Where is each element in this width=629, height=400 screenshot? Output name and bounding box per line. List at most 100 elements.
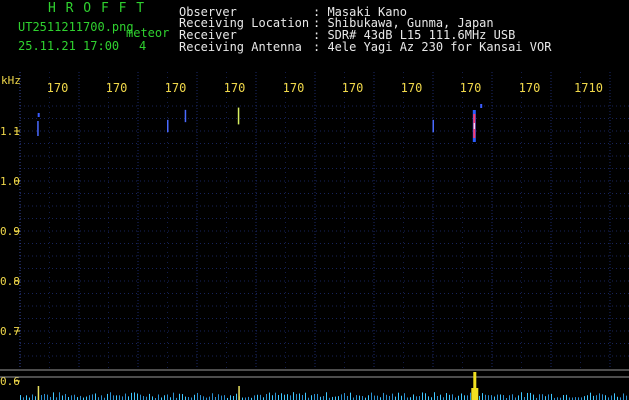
spectrum-bin — [599, 393, 600, 400]
spectrum-bin — [119, 395, 120, 400]
spectrum-bin — [368, 395, 369, 400]
x-tick-label: 170 — [283, 81, 305, 95]
spectrum-bin — [527, 392, 528, 400]
detection-mark — [432, 119, 434, 133]
spectrum-bin — [314, 394, 315, 400]
spectrum-bin — [611, 395, 612, 400]
spectrum-bin — [413, 394, 414, 400]
spectrum-bin — [47, 394, 48, 400]
spectrum-bin — [383, 392, 384, 400]
spectrum-bin — [452, 394, 453, 400]
spectrum-bin — [257, 394, 258, 400]
spectrum-bin — [458, 395, 459, 400]
noise-mark — [480, 104, 483, 108]
spectrum-bin — [59, 392, 60, 400]
detection-mark — [237, 107, 240, 125]
detection-peak — [473, 123, 475, 129]
spectrum-bin — [296, 394, 297, 400]
spectrum-bin — [341, 394, 342, 400]
spectrum-bin — [317, 393, 318, 400]
spectrum-bin — [95, 393, 96, 400]
spectrum-bin — [134, 392, 135, 400]
spectrum-bin — [86, 396, 87, 400]
spectrum-bin — [542, 394, 543, 400]
spectrum-bin — [470, 392, 471, 400]
spectrum-bin — [230, 395, 231, 400]
spectrum-bin — [293, 392, 294, 400]
spectrum-bin — [548, 394, 549, 400]
spectrum-bin — [512, 394, 513, 400]
spectrum-peak-base — [471, 388, 479, 400]
spectrum-bin — [566, 394, 567, 400]
spectrum-bin — [347, 395, 348, 400]
spectrum-bin — [281, 393, 282, 400]
spectrum-bin — [521, 392, 522, 400]
spectrum-bin — [392, 393, 393, 400]
spectrum-bin — [326, 392, 327, 400]
spectrum-bin — [197, 392, 198, 400]
spectrum-bin — [212, 393, 213, 400]
spectrum-bin — [323, 396, 324, 400]
spectrum-bin — [302, 394, 303, 400]
spectrum-bin — [128, 396, 129, 400]
spectrum-bin — [461, 393, 462, 400]
spectrum-bin — [143, 396, 144, 400]
spectrum-bin — [185, 396, 186, 400]
spectrum-bin — [587, 395, 588, 400]
spectrum-bin — [338, 396, 339, 400]
spectrum-bin — [416, 396, 417, 400]
spectrum-marker — [238, 386, 240, 400]
spectrum-bin — [509, 395, 510, 400]
spectrum-bin — [137, 393, 138, 400]
spectrum-bin — [563, 395, 564, 400]
spectrum-bin — [350, 392, 351, 400]
spectrum-bin — [275, 392, 276, 400]
spectrum-bin — [116, 395, 117, 400]
spectrum-bin — [614, 393, 615, 400]
spectrum-bin — [224, 395, 225, 400]
x-tick-label: 170 — [106, 81, 128, 95]
spectrum-bin — [374, 395, 375, 400]
spectrum-bin — [311, 395, 312, 400]
spectrum-bin — [113, 395, 114, 400]
x-tick-label: 1710 — [574, 81, 603, 95]
spectrum-bin — [395, 396, 396, 400]
spectrum-bin — [125, 393, 126, 400]
spectrum-bin — [626, 395, 627, 400]
spectrum-bin — [479, 395, 480, 400]
spectrum-bin — [209, 396, 210, 400]
spectrum-bin — [164, 395, 165, 400]
x-tick-label: 170 — [165, 81, 187, 95]
spectrum-bin — [284, 394, 285, 400]
spectrum-bin — [545, 396, 546, 400]
spectrum-bin — [287, 394, 288, 400]
spectrum-bin — [71, 395, 72, 400]
spectrum-bin — [602, 394, 603, 400]
spectrum-bin — [428, 396, 429, 400]
spectrum-bin — [593, 395, 594, 400]
spectrum-bin — [290, 395, 291, 400]
spectrum-bin — [44, 393, 45, 400]
spectrum-bin — [140, 394, 141, 400]
spectrum-bin — [179, 393, 180, 400]
spectrum-bin — [584, 396, 585, 400]
x-tick-label: 170 — [47, 81, 69, 95]
spectrum-bin — [389, 395, 390, 400]
spectrum-bin — [425, 393, 426, 400]
spectrum-bin — [503, 395, 504, 400]
spectrum-bin — [371, 392, 372, 400]
spectrum-bin — [260, 394, 261, 400]
spectrum-bin — [590, 392, 591, 400]
spectrum-bin — [335, 396, 336, 400]
spectrum-bin — [605, 395, 606, 400]
spectrum-bin — [32, 394, 33, 400]
spectrum-bin — [623, 393, 624, 400]
spectrum-bin — [101, 395, 102, 400]
spectrum-bin — [305, 392, 306, 400]
spectrum-bin — [299, 393, 300, 400]
spectrum-bin — [278, 395, 279, 400]
spectrum-bin — [233, 395, 234, 400]
spectrum-bin — [266, 394, 267, 400]
detection-mark — [167, 119, 169, 133]
spectrum-bin — [41, 395, 42, 400]
